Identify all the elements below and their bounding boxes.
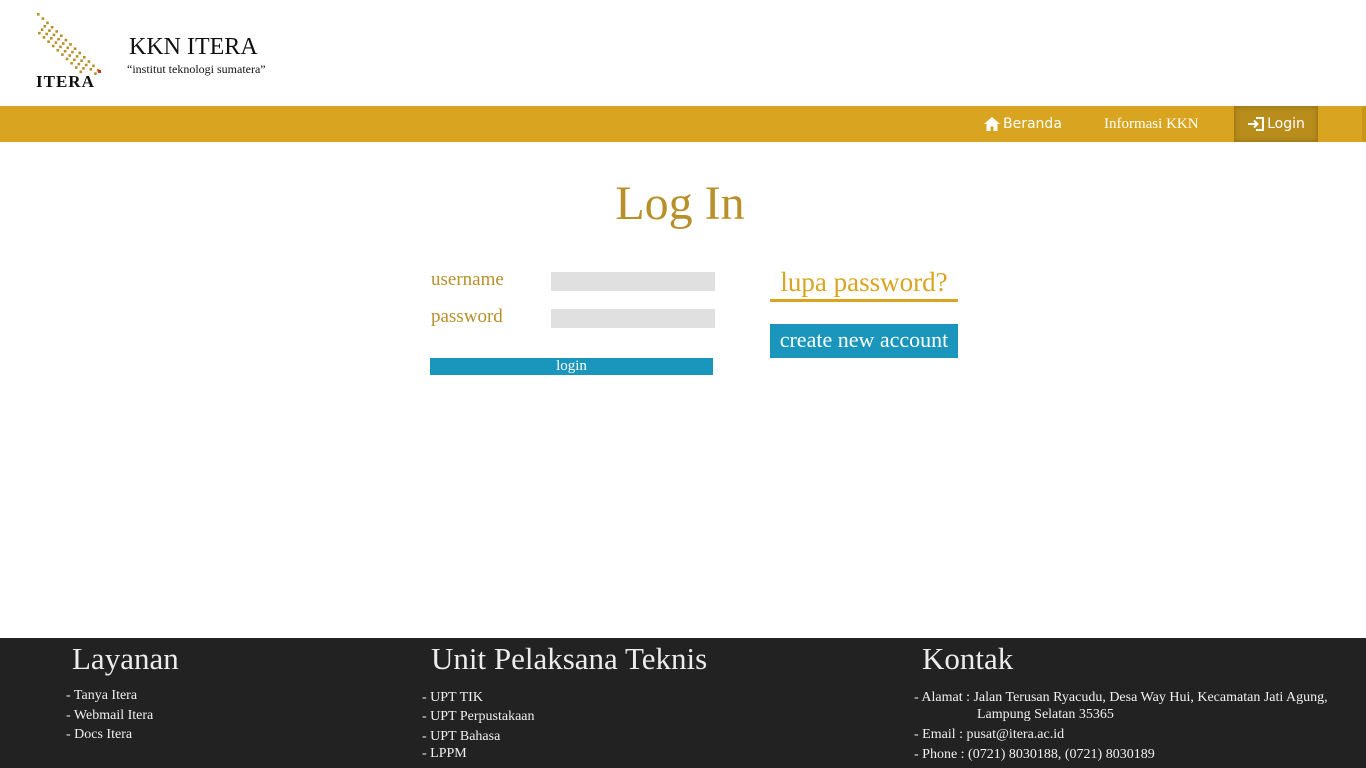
nav-item-login[interactable]: Login [1234, 106, 1318, 142]
contact-address: - Alamat : Jalan Terusan Ryacudu, Desa W… [914, 690, 1328, 705]
footer-link-webmail-itera[interactable]: - Webmail Itera [66, 708, 153, 724]
navbar-edge [1362, 106, 1366, 142]
login-button[interactable]: login [430, 358, 713, 375]
site-title: KKN ITERA [129, 34, 258, 60]
page-title-text: Log In [615, 177, 745, 230]
footer-link-upt-bahasa[interactable]: - UPT Bahasa [422, 729, 500, 745]
contact-address-line2: Lampung Selatan 35365 [977, 707, 1114, 722]
logo-wordmark: ITERA [36, 72, 95, 91]
footer-heading-layanan: Layanan [72, 641, 179, 676]
username-input[interactable] [551, 272, 715, 291]
password-label: password [431, 306, 503, 327]
site-footer: Layanan - Tanya Itera - Webmail Itera - … [0, 638, 1366, 768]
nav-item-label: Informasi KKN [1104, 115, 1199, 132]
footer-link-upt-perpustakaan[interactable]: - UPT Perpustakaan [422, 709, 535, 725]
contact-email: - Email : pusat@itera.ac.id [914, 727, 1065, 742]
itera-logo-mark-icon [37, 13, 101, 75]
footer-link-tanya-itera[interactable]: - Tanya Itera [66, 688, 137, 704]
footer-link-upt-tik[interactable]: - UPT TIK [422, 690, 483, 706]
sign-in-icon [1248, 117, 1265, 131]
site-tagline: “institut teknologi sumatera” [127, 62, 266, 76]
footer-heading-upt: Unit Pelaksana Teknis [431, 641, 708, 676]
nav-item-beranda[interactable]: Beranda [984, 106, 1062, 142]
create-account-button[interactable]: create new account [770, 324, 958, 358]
main-navbar: Beranda Informasi KKN Login [0, 106, 1366, 142]
site-header: ITERA KKN ITERA “institut teknologi suma… [0, 0, 1366, 106]
home-icon [984, 117, 1000, 131]
footer-link-docs-itera[interactable]: - Docs Itera [66, 727, 132, 743]
nav-item-informasi-kkn[interactable]: Informasi KKN [1104, 106, 1199, 142]
footer-link-lppm[interactable]: - LPPM [422, 746, 467, 762]
password-input[interactable] [551, 309, 715, 328]
username-label: username [431, 269, 504, 290]
nav-item-label: Beranda [1003, 116, 1062, 132]
forgot-password-link[interactable]: lupa password? [770, 264, 958, 302]
page-title: Log In [0, 176, 1366, 231]
nav-item-label: Login [1267, 116, 1305, 132]
contact-phone: - Phone : (0721) 8030188, (0721) 8030189 [914, 747, 1155, 762]
footer-heading-kontak: Kontak [922, 641, 1014, 676]
